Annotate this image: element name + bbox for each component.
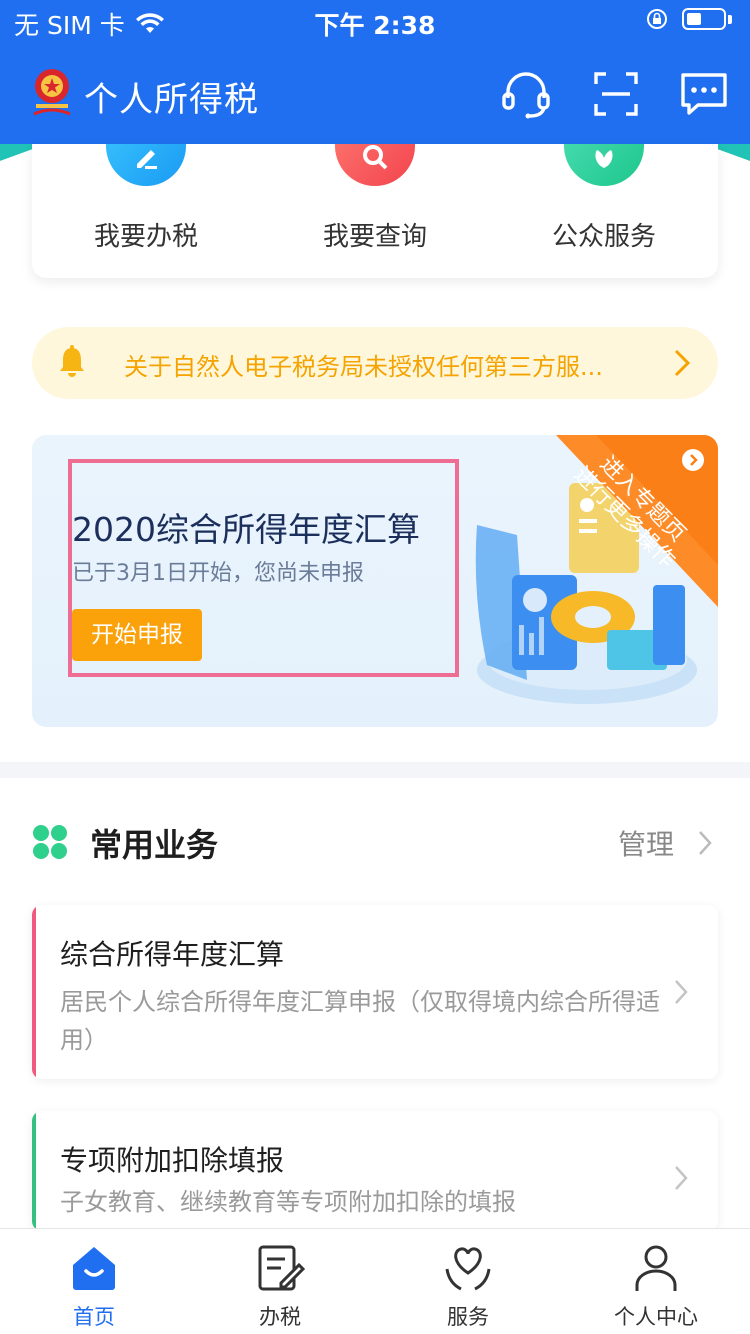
grid-icon <box>33 825 67 859</box>
app-title: 个人所得税 <box>84 80 259 120</box>
status-time: 下午 2:38 <box>314 11 436 40</box>
quick-action-label: 我要办税 <box>93 222 198 252</box>
scan-icon[interactable] <box>590 68 642 120</box>
section-title: 常用业务 <box>90 826 219 864</box>
start-declaration-button[interactable]: 开始申报 <box>72 609 202 661</box>
quick-action-label: 公众服务 <box>551 222 656 252</box>
chevron-right-icon <box>674 349 690 377</box>
quick-action-query[interactable]: 我要查询 <box>261 144 489 278</box>
document-edit-icon <box>258 1245 306 1291</box>
service-description: 子女教育、继续教育等专项附加扣除的填报 <box>60 1188 516 1216</box>
card-accent <box>32 1111 36 1231</box>
tab-home[interactable]: 首页 <box>24 1243 164 1331</box>
quick-actions-card: 我要办税 我要查询 公众服务 <box>32 144 718 278</box>
leaf-icon <box>564 144 644 186</box>
tab-label: 服务 <box>447 1305 489 1329</box>
arrow-circle-icon <box>682 449 704 471</box>
service-description: 居民个人综合所得年度汇算申报（仅取得境内综合所得适用） <box>60 988 660 1054</box>
chevron-right-icon <box>675 1166 688 1190</box>
service-card-special-deduction[interactable]: 专项附加扣除填报 子女教育、继续教育等专项附加扣除的填报 <box>32 1111 718 1231</box>
tab-tax[interactable]: 办税 <box>210 1243 350 1331</box>
tab-label: 个人中心 <box>614 1305 698 1329</box>
app-header: 无 SIM 卡 下午 2:38 个人所得税 <box>0 0 750 144</box>
home-icon <box>73 1247 115 1290</box>
user-icon <box>635 1245 677 1291</box>
message-icon[interactable] <box>678 68 730 120</box>
notice-text: 关于自然人电子税务局未授权任何第三方服... <box>124 353 603 381</box>
tab-profile[interactable]: 个人中心 <box>586 1243 726 1331</box>
card-accent <box>32 905 36 1079</box>
quick-action-label: 我要查询 <box>322 222 427 252</box>
quick-action-tax[interactable]: 我要办税 <box>32 144 260 278</box>
banner-title: 2020综合所得年度汇算 <box>72 510 420 549</box>
headset-icon[interactable] <box>500 68 552 120</box>
search-icon <box>335 144 415 186</box>
pencil-icon <box>106 144 186 186</box>
service-card-annual-settlement[interactable]: 综合所得年度汇算 居民个人综合所得年度汇算申报（仅取得境内综合所得适用） <box>32 905 718 1079</box>
section-divider <box>0 762 750 778</box>
rotation-lock-icon <box>647 9 667 29</box>
heart-hands-icon <box>445 1247 491 1291</box>
manage-link[interactable]: 管理 <box>618 823 674 863</box>
battery-tip <box>728 14 732 24</box>
chevron-right-icon[interactable] <box>698 830 712 856</box>
quick-action-public-service[interactable]: 公众服务 <box>490 144 718 278</box>
nav-bar: 个人所得税 <box>0 48 750 138</box>
bell-icon <box>60 345 84 377</box>
tab-label: 首页 <box>73 1305 115 1329</box>
tab-label: 办税 <box>259 1305 301 1329</box>
service-title: 综合所得年度汇算 <box>60 938 285 971</box>
service-title: 专项附加扣除填报 <box>60 1144 285 1177</box>
annual-settlement-banner[interactable]: 2020综合所得年度汇算 已于3月1日开始，您尚未申报 开始申报 进入专题页 进… <box>32 435 718 727</box>
chevron-right-icon <box>675 980 688 1004</box>
tax-emblem-icon <box>33 69 71 116</box>
tab-service[interactable]: 服务 <box>398 1243 538 1331</box>
bottom-tab-bar: 首页 办税 服务 个人中心 <box>0 1228 750 1334</box>
status-bar: 无 SIM 卡 下午 2:38 <box>0 0 750 42</box>
status-right <box>646 8 732 30</box>
notice-bar[interactable]: 关于自然人电子税务局未授权任何第三方服... <box>32 327 718 399</box>
battery-icon <box>682 8 726 30</box>
banner-subtitle: 已于3月1日开始，您尚未申报 <box>72 561 364 586</box>
